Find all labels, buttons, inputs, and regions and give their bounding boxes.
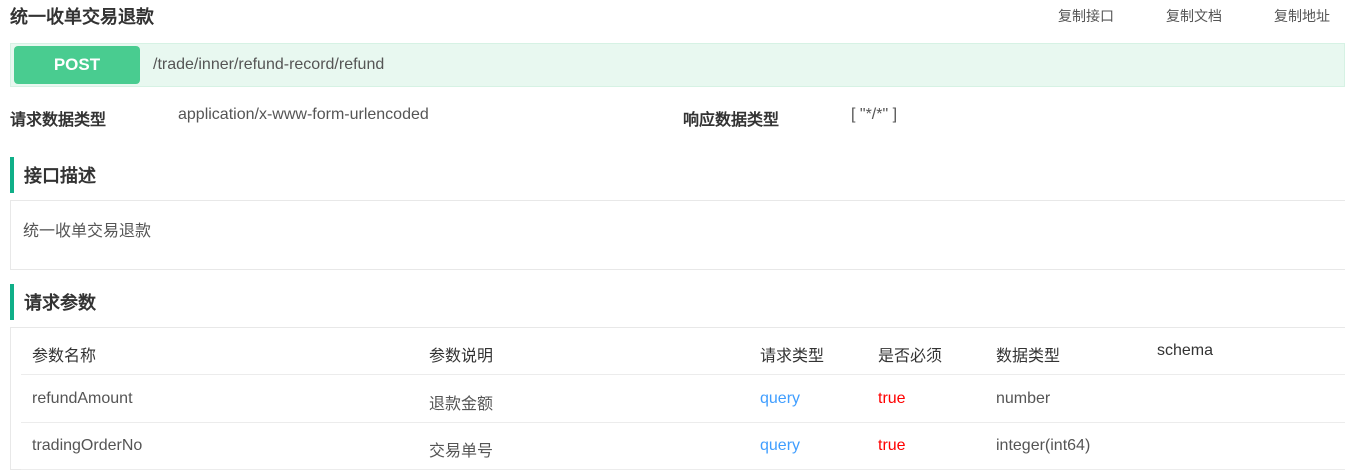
param-data-type: integer(int64) — [996, 437, 1091, 454]
param-required: true — [878, 390, 906, 407]
copy-actions: 复制接口 复制文档 复制地址 — [1058, 6, 1330, 26]
table-row: tradingOrderNo 交易单号 query true integer(i… — [21, 423, 1345, 470]
endpoint-path: /trade/inner/refund-record/refund — [153, 56, 385, 73]
column-header: schema — [1157, 342, 1214, 359]
column-header: 参数名称 — [32, 348, 97, 365]
column-header: 数据类型 — [996, 348, 1061, 365]
description-text: 统一收单交易退款 — [23, 223, 152, 240]
param-request-type: query — [760, 437, 801, 454]
copy-document-button[interactable]: 复制文档 — [1166, 6, 1222, 26]
param-description: 退款金额 — [429, 396, 494, 413]
content-type-row: 请求数据类型 application/x-www-form-urlencoded… — [10, 106, 1345, 129]
column-header: 请求类型 — [760, 348, 825, 365]
method-badge: POST — [14, 46, 140, 84]
column-header: 参数说明 — [429, 348, 494, 365]
param-data-type: number — [996, 390, 1051, 407]
param-name: tradingOrderNo — [32, 437, 143, 454]
copy-address-button[interactable]: 复制地址 — [1274, 6, 1330, 26]
request-type-label: 请求数据类型 — [10, 112, 107, 129]
response-type-label: 响应数据类型 — [683, 112, 780, 129]
response-type-value: [ "*/*" ] — [851, 106, 898, 123]
table-row: refundAmount 退款金额 query true number — [21, 376, 1345, 423]
copy-interface-button[interactable]: 复制接口 — [1058, 6, 1114, 26]
param-description: 交易单号 — [429, 443, 494, 460]
params-table: 参数名称 参数说明 请求类型 是否必须 数据类型 schema refundAm… — [10, 327, 1345, 470]
description-box: 统一收单交易退款 — [10, 200, 1345, 270]
params-heading: 请求参数 — [10, 284, 96, 320]
table-header-row: 参数名称 参数说明 请求类型 是否必须 数据类型 schema — [21, 328, 1345, 375]
endpoint-bar: POST /trade/inner/refund-record/refund — [10, 43, 1345, 87]
param-name: refundAmount — [32, 390, 133, 407]
request-type-value: application/x-www-form-urlencoded — [178, 106, 429, 123]
description-heading: 接口描述 — [10, 157, 96, 193]
param-request-type: query — [760, 390, 801, 407]
param-required: true — [878, 437, 906, 454]
page-title: 统一收单交易退款 — [10, 7, 154, 27]
column-header: 是否必须 — [878, 348, 943, 365]
